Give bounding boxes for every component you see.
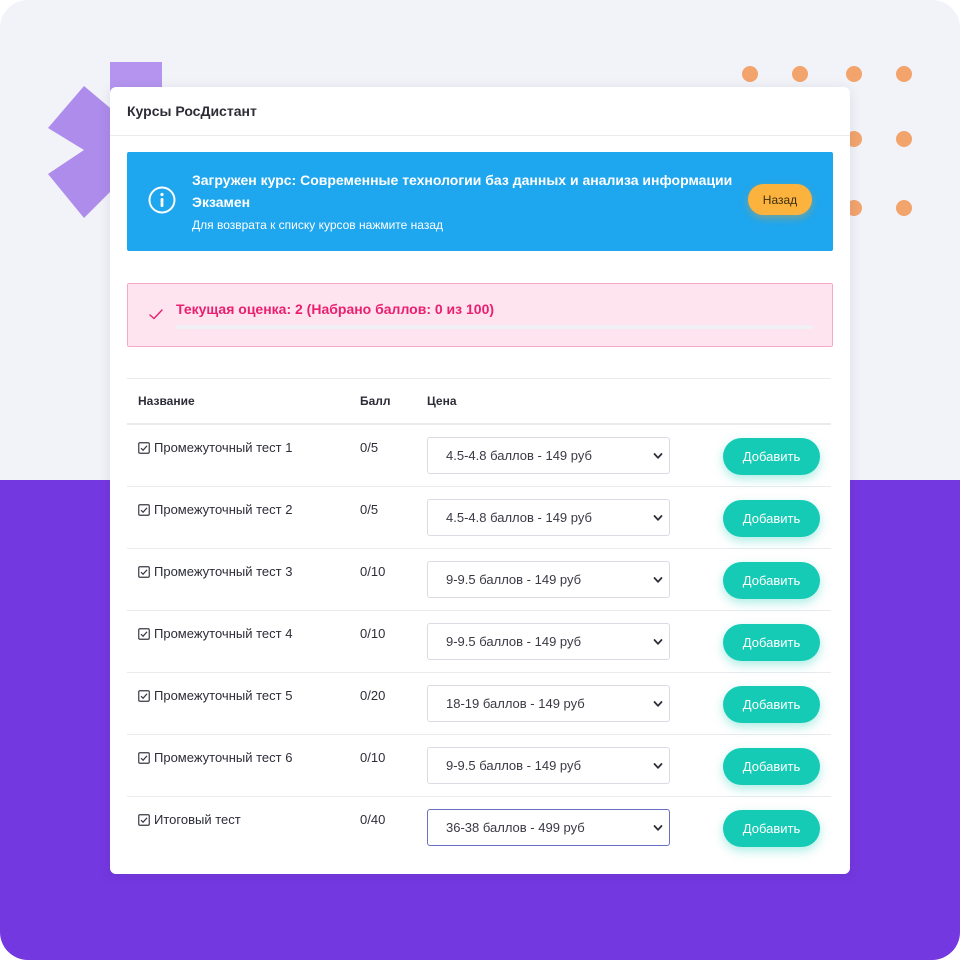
- price-select[interactable]: 9-9.5 баллов - 149 руб: [427, 561, 670, 598]
- price-select[interactable]: 9-9.5 баллов - 149 руб: [427, 623, 670, 660]
- price-select-value: 9-9.5 баллов - 149 руб: [446, 634, 582, 649]
- back-button[interactable]: Назад: [748, 184, 812, 215]
- add-button[interactable]: Добавить: [723, 686, 820, 723]
- test-name: Промежуточный тест 6: [154, 750, 293, 765]
- price-select-value: 18-19 баллов - 149 руб: [446, 696, 585, 711]
- test-score: 0/20: [360, 688, 386, 703]
- chevron-down-icon: [653, 577, 663, 583]
- test-score: 0/10: [360, 750, 386, 765]
- test-score: 0/10: [360, 564, 386, 579]
- add-button[interactable]: Добавить: [723, 500, 820, 537]
- table-row: Промежуточный тест 6 0/10 9-9.5 баллов - 1…: [127, 735, 831, 797]
- test-name-cell: Итоговый тест: [138, 812, 241, 827]
- test-score: 0/5: [360, 502, 379, 517]
- price-select[interactable]: 4.5-4.8 баллов - 149 руб: [427, 499, 670, 536]
- table-body: Промежуточный тест 1 0/5 4.5-4.8 баллов - …: [127, 425, 831, 858]
- test-score: 0/10: [360, 626, 386, 641]
- add-button[interactable]: Добавить: [723, 438, 820, 475]
- test-name-cell: Промежуточный тест 1: [138, 440, 292, 455]
- course-loaded-title: Загружен курс: Современные технологии ба…: [192, 172, 733, 210]
- checkbox-icon: [138, 565, 150, 578]
- test-score: 0/40: [360, 812, 386, 827]
- add-button[interactable]: Добавить: [723, 624, 820, 661]
- column-price-header: Цена: [427, 394, 457, 408]
- info-icon: [148, 186, 176, 214]
- column-name-header: Название: [138, 394, 195, 408]
- add-button[interactable]: Добавить: [723, 562, 820, 599]
- grade-progress-bar: [176, 325, 813, 329]
- table-row: Промежуточный тест 5 0/20 18-19 баллов - 1…: [127, 673, 831, 735]
- price-select[interactable]: 36-38 баллов - 499 руб: [427, 809, 670, 846]
- test-name: Промежуточный тест 4: [154, 626, 293, 641]
- chevron-down-icon: [653, 825, 663, 831]
- test-name: Итоговый тест: [154, 812, 241, 827]
- test-name: Промежуточный тест 3: [154, 564, 293, 579]
- chevron-down-icon: [653, 515, 663, 521]
- price-select[interactable]: 4.5-4.8 баллов - 149 руб: [427, 437, 670, 474]
- course-loaded-subtitle: Для возврата к списку курсов нажмите наз…: [192, 218, 444, 232]
- column-score-header: Балл: [360, 394, 391, 408]
- test-name-cell: Промежуточный тест 3: [138, 564, 292, 579]
- price-select-value: 9-9.5 баллов - 149 руб: [446, 758, 582, 773]
- add-button[interactable]: Добавить: [723, 810, 820, 847]
- test-name: Промежуточный тест 2: [154, 502, 293, 517]
- chevron-down-icon: [653, 639, 663, 645]
- card-title: Курсы РосДистант: [110, 87, 850, 136]
- tests-table: Название Балл Цена Промежуточный тест 1 0…: [127, 378, 831, 858]
- table-row: Промежуточный тест 2 0/5 4.5-4.8 баллов - …: [127, 487, 831, 549]
- checkbox-icon: [138, 813, 150, 826]
- chevron-down-icon: [653, 453, 663, 459]
- current-grade-text: Текущая оценка: 2 (Набрано баллов: 0 из …: [176, 301, 495, 317]
- add-button[interactable]: Добавить: [723, 748, 820, 785]
- chevron-down-icon: [653, 763, 663, 769]
- table-header: Название Балл Цена: [127, 378, 831, 425]
- table-row: Промежуточный тест 3 0/10 9-9.5 баллов - 1…: [127, 549, 831, 611]
- checkbox-icon: [138, 627, 150, 640]
- table-row: Промежуточный тест 4 0/10 9-9.5 баллов - 1…: [127, 611, 831, 673]
- checkbox-icon: [138, 503, 150, 516]
- check-icon: [149, 309, 163, 320]
- price-select-value: 9-9.5 баллов - 149 руб: [446, 572, 582, 587]
- test-name: Промежуточный тест 5: [154, 688, 293, 703]
- table-row: Итоговый тест 0/40 36-38 баллов - 499 руб Д…: [127, 797, 831, 858]
- test-name-cell: Промежуточный тест 4: [138, 626, 292, 641]
- chevron-down-icon: [653, 701, 663, 707]
- checkbox-icon: [138, 689, 150, 702]
- current-grade-alert: Текущая оценка: 2 (Набрано баллов: 0 из …: [127, 283, 833, 347]
- price-select-value: 4.5-4.8 баллов - 149 руб: [446, 448, 592, 463]
- price-select-value: 36-38 баллов - 499 руб: [446, 820, 585, 835]
- test-name-cell: Промежуточный тест 2: [138, 502, 292, 517]
- page-canvas: Курсы РосДистант Загружен курс: Современ…: [0, 0, 960, 960]
- table-row: Промежуточный тест 1 0/5 4.5-4.8 баллов - …: [127, 425, 831, 487]
- checkbox-icon: [138, 441, 150, 454]
- test-name: Промежуточный тест 1: [154, 440, 293, 455]
- test-name-cell: Промежуточный тест 6: [138, 750, 292, 765]
- price-select[interactable]: 18-19 баллов - 149 руб: [427, 685, 670, 722]
- price-select[interactable]: 9-9.5 баллов - 149 руб: [427, 747, 670, 784]
- course-loaded-alert: Загружен курс: Современные технологии ба…: [127, 152, 833, 251]
- courses-card: Курсы РосДистант Загружен курс: Современ…: [110, 87, 850, 874]
- price-select-value: 4.5-4.8 баллов - 149 руб: [446, 510, 592, 525]
- test-score: 0/5: [360, 440, 379, 455]
- checkbox-icon: [138, 751, 150, 764]
- test-name-cell: Промежуточный тест 5: [138, 688, 292, 703]
